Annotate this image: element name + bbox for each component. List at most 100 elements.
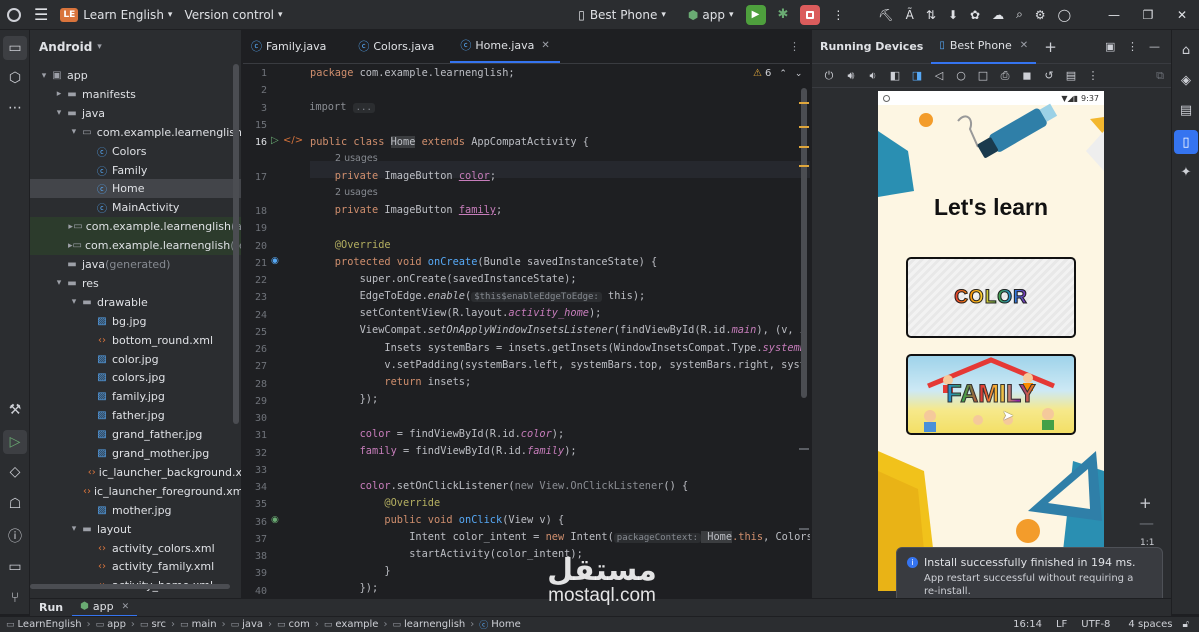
device-screen[interactable]: ▼◢▮ 9:37 Let's learn COLOR FAMILY ➤: [878, 91, 1104, 591]
project-selector[interactable]: LE Learn English ▾: [54, 0, 178, 30]
close-tab-icon[interactable]: ✕: [122, 602, 130, 612]
run-button[interactable]: ▶: [740, 0, 772, 30]
tree-item[interactable]: ▨ family.jpg: [30, 387, 241, 406]
tree-item[interactable]: ▾ ▬ java: [30, 104, 241, 123]
sync-icon[interactable]: ⇅: [920, 0, 942, 30]
home-icon[interactable]: ○: [950, 70, 972, 81]
breadcrumb-item[interactable]: example: [335, 619, 378, 630]
power-icon[interactable]: ⏻: [818, 70, 840, 81]
tree-item[interactable]: ▸▭com.example.learnenglish (te: [30, 236, 241, 256]
breadcrumb-item[interactable]: src: [151, 619, 166, 630]
tree-item[interactable]: ▬ java (generated): [30, 255, 241, 274]
hide-panel-icon[interactable]: —: [1149, 40, 1171, 53]
rotate-right-icon[interactable]: ◨: [906, 70, 928, 81]
indent-setting[interactable]: 4 spaces: [1128, 619, 1172, 630]
chevron-down-icon[interactable]: ▾: [68, 297, 80, 307]
editor-scrollbar[interactable]: [801, 88, 807, 398]
screenshot-icon[interactable]: ⎙: [994, 70, 1016, 81]
gradle-icon[interactable]: ☁: [986, 0, 1010, 30]
project-scrollbar[interactable]: [233, 64, 239, 424]
screen-record-icon[interactable]: ◼: [1016, 70, 1038, 81]
tree-item[interactable]: ⓒ Colors: [30, 142, 241, 161]
app-run-tab[interactable]: ⬢ app ✕: [72, 599, 138, 617]
breadcrumb-item[interactable]: java: [242, 619, 263, 630]
notifications-icon[interactable]: ⌂: [1174, 38, 1198, 62]
readonly-lock-icon[interactable]: 🔓︎: [1183, 619, 1189, 630]
app-logo-icon[interactable]: [0, 0, 28, 30]
vcs-selector[interactable]: Version control ▾: [178, 0, 288, 30]
device-explorer-icon[interactable]: ▤: [1174, 98, 1198, 122]
chevron-right-icon[interactable]: ▸: [53, 89, 65, 99]
tab-home-java[interactable]: ⓒ Home.java ✕: [450, 30, 560, 63]
more-actions-icon[interactable]: ⋮: [826, 0, 850, 30]
tree-item[interactable]: ⓒ Family: [30, 161, 241, 180]
device-tab[interactable]: ▯ Best Phone ✕: [931, 30, 1037, 64]
usage-hint[interactable]: 2 usages: [335, 153, 378, 164]
search-icon[interactable]: ⌕: [1010, 0, 1029, 30]
tree-item[interactable]: ▨ colors.jpg: [30, 368, 241, 387]
implement-gutter-icon[interactable]: ◉: [271, 515, 279, 525]
zoom-in-icon[interactable]: +: [1139, 494, 1152, 512]
tree-item[interactable]: ▨ grand_father.jpg: [30, 425, 241, 444]
restore-icon[interactable]: ❐: [1131, 0, 1165, 30]
translate-icon[interactable]: Ã: [900, 0, 920, 30]
breadcrumb-item[interactable]: main: [192, 619, 217, 630]
volume-up-icon[interactable]: 🔊︎: [840, 70, 862, 81]
tree-item[interactable]: ▸ ▬ manifests: [30, 85, 241, 104]
close-window-icon[interactable]: ✕: [1165, 0, 1199, 30]
stop-button[interactable]: [794, 0, 826, 30]
related-file-icon[interactable]: </>: [283, 135, 303, 146]
caret-position[interactable]: 16:14: [1013, 619, 1042, 630]
terminal-icon[interactable]: ▭: [3, 555, 27, 579]
tree-item[interactable]: ‹› bottom_round.xml: [30, 331, 241, 350]
device-frame-icon[interactable]: ▤: [1060, 70, 1082, 81]
reset-icon[interactable]: ↺: [1038, 70, 1060, 81]
chevron-down-icon[interactable]: ▾: [53, 278, 65, 288]
back-icon[interactable]: ◁: [928, 70, 950, 81]
add-device-icon[interactable]: +: [1044, 38, 1057, 56]
main-menu-icon[interactable]: ☰: [28, 0, 54, 30]
gradle-elephant-icon[interactable]: ◈: [1174, 68, 1198, 92]
editor-tabs-more-icon[interactable]: ⋮: [779, 30, 810, 63]
minimize-icon[interactable]: —: [1097, 0, 1131, 30]
build-hammer-icon[interactable]: ⚒: [3, 398, 27, 422]
override-gutter-icon[interactable]: ◉: [271, 256, 279, 266]
zoom-out-icon[interactable]: —: [1139, 514, 1154, 532]
volume-down-icon[interactable]: 🔉︎: [862, 70, 884, 81]
overview-icon[interactable]: □: [972, 70, 994, 81]
tree-item[interactable]: ▨ color.jpg: [30, 350, 241, 369]
usage-hint[interactable]: 2 usages: [335, 187, 378, 198]
running-devices-icon[interactable]: ▯: [1174, 130, 1198, 154]
close-tab-icon[interactable]: ✕: [1020, 40, 1028, 51]
tree-item[interactable]: ‹› activity_family.xml: [30, 557, 241, 576]
run-config-selector[interactable]: ⬢ app ▾: [682, 0, 740, 30]
run-tool-icon[interactable]: ▷: [3, 430, 27, 454]
layout-icon[interactable]: ▣: [1105, 40, 1127, 53]
rotate-left-icon[interactable]: ◧: [884, 70, 906, 81]
tree-item[interactable]: ▾ ▭ com.example.learnenglish: [30, 123, 241, 142]
color-image-button[interactable]: COLOR: [906, 257, 1076, 338]
tab-colors-java[interactable]: ⓒ Colors.java: [348, 30, 444, 63]
close-tab-icon[interactable]: ✕: [541, 40, 549, 51]
tree-item[interactable]: ▾ ▬ res: [30, 274, 241, 293]
settings-gear-icon[interactable]: ⚙: [1029, 0, 1052, 30]
breadcrumb-item[interactable]: Home: [491, 619, 521, 630]
tree-item[interactable]: ▨ bg.jpg: [30, 312, 241, 331]
breadcrumb-item[interactable]: app: [107, 619, 126, 630]
problems-icon[interactable]: ⓘ: [3, 524, 27, 548]
tree-item[interactable]: ▨ father.jpg: [30, 406, 241, 425]
project-folder-icon[interactable]: ▭: [3, 36, 27, 60]
version-control-icon[interactable]: ⑂: [3, 586, 27, 610]
gem-icon[interactable]: ◇: [3, 460, 27, 484]
tree-item[interactable]: ⓒ MainActivity: [30, 198, 241, 217]
tree-item[interactable]: ▸▭com.example.learnenglish (a: [30, 217, 241, 237]
line-separator[interactable]: LF: [1056, 619, 1067, 630]
tree-item[interactable]: ‹› activity_colors.xml: [30, 539, 241, 558]
tree-item[interactable]: ⓒ Home: [30, 179, 241, 199]
tab-family-java[interactable]: ⓒ Family.java: [243, 30, 336, 63]
account-icon[interactable]: ◯: [1052, 0, 1077, 30]
file-encoding[interactable]: UTF-8: [1081, 619, 1110, 630]
tree-item[interactable]: ▾ ▬ drawable: [30, 293, 241, 312]
breadcrumb-item[interactable]: LearnEnglish: [18, 619, 82, 630]
tree-item[interactable]: ▨ mother.jpg: [30, 501, 241, 520]
